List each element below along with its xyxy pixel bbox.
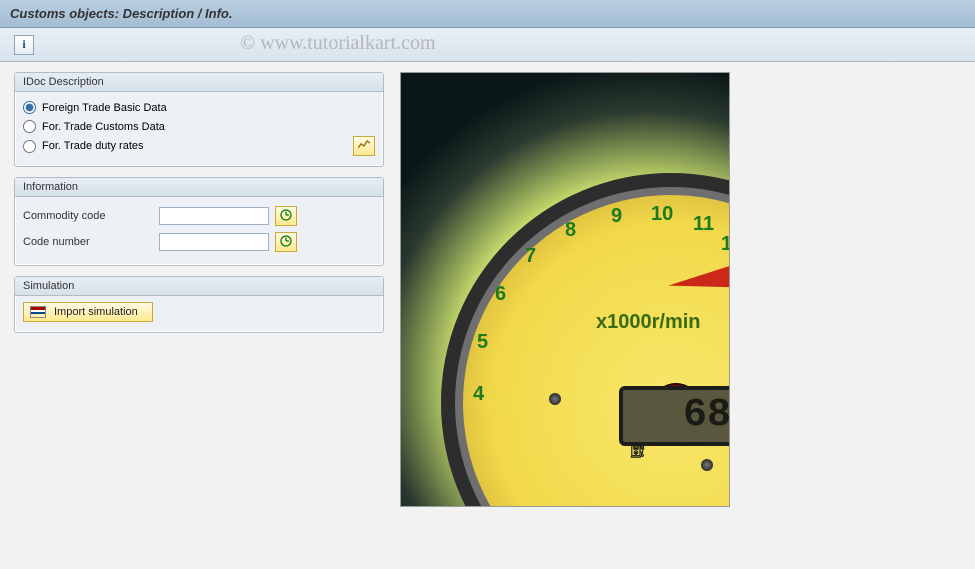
simulation-group-header: Simulation	[15, 277, 383, 296]
temperature-icon: ⛽︎	[629, 426, 647, 478]
watermark-text: © www.tutorialkart.com	[240, 32, 436, 55]
commodity-code-row: Commodity code	[23, 203, 375, 229]
code-number-input[interactable]	[159, 233, 269, 251]
code-number-row: Code number	[23, 229, 375, 255]
idoc-description-group: IDoc Description Foreign Trade Basic Dat…	[14, 72, 384, 167]
radio-for-trade-customs[interactable]: For. Trade Customs Data	[23, 117, 375, 136]
screw-icon	[549, 393, 561, 405]
clock-icon	[280, 235, 292, 250]
gauge-tick: 9	[611, 205, 622, 228]
gauge-tick: 6	[495, 283, 506, 306]
radio-foreign-trade-basic[interactable]: Foreign Trade Basic Data	[23, 98, 375, 117]
left-column: IDoc Description Foreign Trade Basic Dat…	[14, 72, 384, 507]
commodity-code-label: Commodity code	[23, 210, 153, 222]
clock-icon	[280, 209, 292, 224]
radio-label: For. Trade Customs Data	[42, 121, 165, 133]
gauge-tick: 5	[477, 331, 488, 354]
page-title: Customs objects: Description / Info.	[0, 0, 975, 28]
radio-label: Foreign Trade Basic Data	[42, 102, 167, 114]
content-area: IDoc Description Foreign Trade Basic Dat…	[0, 62, 975, 517]
screw-icon	[701, 459, 713, 471]
gauge-tick: 11	[693, 213, 714, 236]
commodity-code-input[interactable]	[159, 207, 269, 225]
flag-icon	[30, 306, 46, 318]
import-simulation-label: Import simulation	[54, 306, 138, 318]
gauge-tick: 7	[525, 245, 536, 268]
gauge-tick: 10	[651, 203, 673, 226]
chart-icon	[358, 140, 370, 153]
import-simulation-button[interactable]: Import simulation	[23, 302, 153, 322]
code-number-clock-button[interactable]	[275, 232, 297, 252]
radio-input-basic[interactable]	[23, 101, 36, 114]
info-group-header: Information	[15, 178, 383, 197]
gauge-tick: 8	[565, 219, 576, 242]
radio-input-customs[interactable]	[23, 120, 36, 133]
gauge-tick: 4	[473, 383, 484, 406]
commodity-code-clock-button[interactable]	[275, 206, 297, 226]
radio-input-duty[interactable]	[23, 140, 36, 153]
gauge-image: 4 5 6 7 8 9 10 11 12 x1000r/min ⛽︎ 68	[400, 72, 730, 507]
code-number-label: Code number	[23, 236, 153, 248]
radio-label: For. Trade duty rates	[42, 140, 144, 152]
info-icon-button[interactable]: i	[14, 35, 34, 55]
radio-for-trade-duty[interactable]: For. Trade duty rates	[23, 137, 144, 156]
gauge-lcd: ⛽︎ 68	[619, 386, 730, 446]
information-group: Information Commodity code Code number	[14, 177, 384, 266]
idoc-group-header: IDoc Description	[15, 73, 383, 92]
gauge-tick: 12	[721, 233, 730, 256]
toolbar: i © www.tutorialkart.com	[0, 28, 975, 62]
chart-icon-button[interactable]	[353, 136, 375, 156]
gauge-lcd-value: 68	[683, 393, 730, 438]
simulation-group: Simulation Import simulation	[14, 276, 384, 333]
